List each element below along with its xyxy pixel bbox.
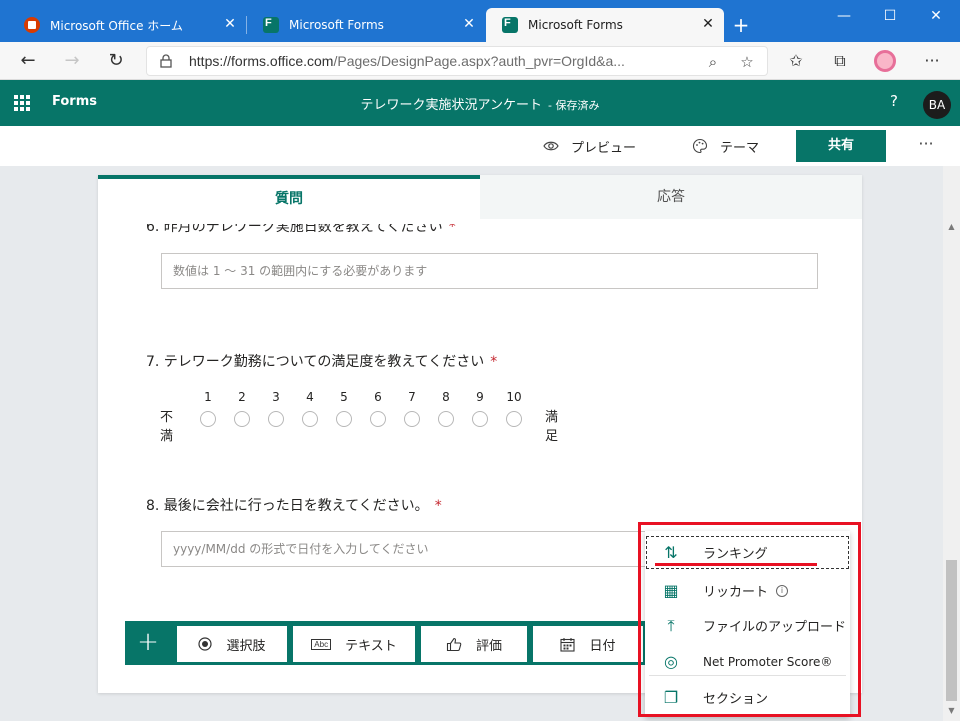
address-url: https://forms.office.com/Pages/DesignPag… [189, 53, 625, 69]
rating-radio[interactable] [302, 411, 318, 427]
forward-button[interactable]: → [58, 48, 86, 74]
required-marker: * [448, 219, 456, 235]
rating-number: 3 [272, 390, 280, 404]
thumbs-up-icon [446, 637, 462, 651]
theme-button[interactable]: テーマ [692, 134, 759, 158]
required-marker: * [490, 354, 498, 370]
help-icon[interactable]: ? [884, 92, 904, 112]
browser-tab-forms-active[interactable]: Microsoft Forms ✕ [486, 8, 724, 42]
forms-icon [263, 17, 279, 33]
preview-label: プレビュー [571, 140, 637, 156]
rating-number: 5 [340, 390, 348, 404]
question-6-answer-field[interactable]: 数値は 1 ～ 31 の範囲内にする必要があります [161, 253, 818, 289]
question-6-title[interactable]: 6. 昨月のテレワーク実施日数を教えてください * [146, 219, 456, 236]
date-label: 日付 [589, 638, 616, 654]
rating-number: 10 [506, 390, 522, 404]
vertical-scrollbar[interactable]: ▲ ▼ [943, 166, 960, 721]
favorites-icon[interactable]: ✩ [784, 49, 808, 73]
office-icon [24, 17, 40, 33]
user-avatar[interactable]: BA [923, 91, 951, 119]
command-bar: プレビュー テーマ 共有 ··· [0, 126, 960, 166]
text-label: テキスト [345, 638, 397, 654]
scrollbar-thumb[interactable] [946, 560, 957, 701]
rating-low-label: 不満 [160, 410, 174, 444]
browser-tab-forms[interactable]: Microsoft Forms ✕ [247, 8, 485, 42]
save-status: - 保存済み [548, 99, 600, 112]
browser-tab-office-home[interactable]: Microsoft Office ホーム ✕ [8, 8, 246, 42]
tab-title: Microsoft Forms [289, 18, 384, 32]
tab-responses[interactable]: 応答 [480, 175, 862, 219]
eye-icon [543, 141, 559, 151]
preview-button[interactable]: プレビュー [543, 134, 636, 158]
form-title: テレワーク実施状況アンケート [360, 98, 542, 113]
forms-app-bar: Forms テレワーク実施状況アンケート - 保存済み ? BA [0, 80, 960, 126]
rating-radio[interactable] [472, 411, 488, 427]
add-text-button[interactable]: Abc テキスト [293, 626, 415, 662]
question-8-title[interactable]: 8. 最後に会社に行った日を教えてください。 * [146, 495, 442, 515]
form-title-bar: テレワーク実施状況アンケート - 保存済み [0, 94, 960, 113]
scroll-up-icon[interactable]: ▲ [947, 223, 956, 231]
add-date-button[interactable]: 日付 [533, 626, 643, 662]
share-button[interactable]: 共有 [796, 130, 886, 162]
close-icon[interactable]: ✕ [222, 16, 238, 32]
rating-radio[interactable] [336, 411, 352, 427]
collections-icon[interactable]: ⧉ [828, 49, 852, 73]
zoom-icon[interactable]: ⌕ [703, 52, 723, 72]
rating-number: 8 [442, 390, 450, 404]
radio-icon [198, 637, 213, 651]
rating-number: 4 [306, 390, 314, 404]
tab-title: Microsoft Forms [528, 18, 623, 32]
refresh-button[interactable]: ↻ [102, 48, 130, 74]
rating-radio[interactable] [200, 411, 216, 427]
more-options-icon[interactable]: ··· [914, 134, 938, 158]
required-marker: * [434, 498, 442, 514]
rating-radio[interactable] [404, 411, 420, 427]
calendar-icon [560, 637, 576, 652]
back-button[interactable]: ← [14, 48, 42, 74]
text-abc-icon: Abc [311, 638, 332, 650]
window-close-button[interactable]: ✕ [916, 4, 956, 28]
choice-label: 選択肢 [226, 638, 266, 654]
lock-icon [160, 54, 172, 68]
rating-number: 2 [238, 390, 246, 404]
scroll-down-icon[interactable]: ▼ [947, 707, 956, 715]
minimize-button[interactable]: — [824, 4, 864, 28]
rating-radio[interactable] [234, 411, 250, 427]
address-bar[interactable]: https://forms.office.com/Pages/DesignPag… [146, 46, 768, 76]
close-icon[interactable]: ✕ [461, 16, 477, 32]
rating-label: 評価 [475, 638, 502, 654]
annotation-highlight-box [638, 522, 861, 717]
forms-icon [502, 17, 518, 33]
favorite-star-icon[interactable]: ☆ [737, 52, 757, 72]
theme-label: テーマ [720, 140, 760, 156]
rating-high-label: 満足 [545, 410, 559, 444]
close-icon[interactable]: ✕ [700, 16, 716, 32]
browser-tab-strip: Microsoft Office ホーム ✕ Microsoft Forms ✕… [0, 0, 960, 42]
add-rating-button[interactable]: 評価 [421, 626, 527, 662]
profile-avatar[interactable] [874, 50, 896, 72]
palette-icon [692, 138, 708, 154]
rating-number: 6 [374, 390, 382, 404]
add-question-plus-icon[interactable]: + [125, 621, 171, 665]
tab-title: Microsoft Office ホーム [50, 18, 183, 33]
new-tab-button[interactable]: + [728, 12, 754, 38]
question-7-title[interactable]: 7. テレワーク勤務についての満足度を教えてください * [146, 351, 497, 371]
tab-questions[interactable]: 質問 [98, 175, 480, 219]
add-choice-button[interactable]: 選択肢 [177, 626, 287, 662]
rating-number: 9 [476, 390, 484, 404]
browser-toolbar: ← → ↻ https://forms.office.com/Pages/Des… [0, 42, 960, 80]
rating-radio[interactable] [268, 411, 284, 427]
add-question-bar: + 選択肢 Abc テキスト 評価 日付 [125, 621, 665, 665]
rating-radio[interactable] [370, 411, 386, 427]
rating-radio[interactable] [506, 411, 522, 427]
rating-radio[interactable] [438, 411, 454, 427]
browser-menu-icon[interactable]: ··· [920, 49, 944, 73]
rating-number: 7 [408, 390, 416, 404]
maximize-button[interactable]: ☐ [870, 4, 910, 28]
rating-number: 1 [204, 390, 212, 404]
